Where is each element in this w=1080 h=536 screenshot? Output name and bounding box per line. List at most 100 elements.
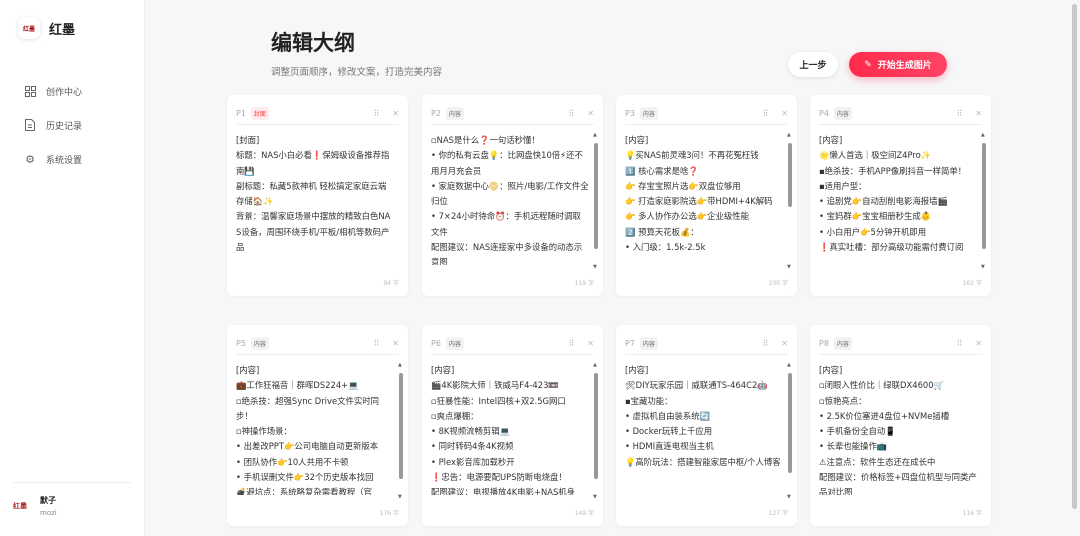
page-number: P8 xyxy=(819,339,829,348)
close-icon[interactable]: ✕ xyxy=(587,109,594,118)
scroll-up-icon[interactable]: ▲ xyxy=(787,362,791,368)
card-content-textarea[interactable]: ▫NAS是什么❓一句话秒懂！ • 你的私有云盘💡：比网盘快10倍⚡还不用月月充会… xyxy=(431,133,589,265)
close-icon[interactable]: ✕ xyxy=(587,339,594,348)
page-type-badge: 封面 xyxy=(250,107,269,120)
card-scrollbar[interactable]: ▲ ▼ xyxy=(787,362,792,500)
logo[interactable]: 红墨 红墨 xyxy=(18,17,75,39)
char-count: 94 字 xyxy=(383,280,399,287)
char-count: 230 字 xyxy=(768,280,788,287)
scrollbar-thumb[interactable] xyxy=(788,143,792,207)
outline-card[interactable]: P6 内容 ⠿ ✕ [内容] 🎬4K影院大师｜铁威马F4-423📼 ▫狂暴性能：… xyxy=(422,325,603,526)
drag-handle-icon[interactable]: ⠿ xyxy=(373,339,379,348)
page-type-badge: 内容 xyxy=(250,337,269,350)
close-icon[interactable]: ✕ xyxy=(975,339,982,348)
sidebar-item-settings[interactable]: ⚙ 系统设置 xyxy=(24,142,82,176)
page-scrollbar[interactable] xyxy=(1072,4,1077,509)
drag-handle-icon[interactable]: ⠿ xyxy=(956,339,962,348)
close-icon[interactable]: ✕ xyxy=(781,109,788,118)
card-header: P6 内容 ⠿ ✕ xyxy=(431,333,594,355)
sidebar-item-label: 历史记录 xyxy=(46,121,83,132)
scroll-down-icon[interactable]: ▼ xyxy=(398,494,402,500)
page-type-badge: 内容 xyxy=(445,107,464,120)
card-content-textarea[interactable]: [内容] 🌟懒人首选｜极空间Z4Pro✨ ▪绝杀技：手机APP像刷抖音一样简单！… xyxy=(819,133,977,265)
drag-handle-icon[interactable]: ⠿ xyxy=(568,109,574,118)
outline-card[interactable]: P2 内容 ⠿ ✕ ▫NAS是什么❓一句话秒懂！ • 你的私有云盘💡：比网盘快1… xyxy=(422,95,603,296)
page-title: 编辑大纲 xyxy=(271,31,355,55)
card-header: P2 内容 ⠿ ✕ xyxy=(431,103,594,125)
card-content-textarea[interactable]: [内容] 🛠DIY玩家乐园｜威联通TS-464C2🤖 ▪宝藏功能： • 虚拟机自… xyxy=(625,363,783,495)
scrollbar-thumb[interactable] xyxy=(788,373,792,473)
sidebar: 红墨 红墨 创作中心 历史记录 ⚙ 系统设置 红墨 默子 mozi xyxy=(0,0,145,536)
outline-card[interactable]: P8 内容 ⠿ ✕ [内容] ▫闭眼入性价比｜绿联DX4600🛒 ▫惊艳亮点： … xyxy=(810,325,991,526)
char-count: 176 字 xyxy=(379,510,399,517)
outline-card[interactable]: P5 内容 ⠿ ✕ [内容] 💼工作狂福音｜群晖DS224+💻 ▫绝杀技：超强S… xyxy=(227,325,408,526)
document-icon xyxy=(24,119,36,131)
card-content-textarea[interactable]: [封面] 标题：NAS小白必看❗保姆级设备推荐指南💾 副标题：私藏5款神机 轻松… xyxy=(236,133,394,265)
page-type-badge: 内容 xyxy=(833,337,852,350)
char-count: 162 字 xyxy=(962,280,982,287)
scrollbar-thumb[interactable] xyxy=(594,143,598,249)
outline-card[interactable]: P7 内容 ⠿ ✕ [内容] 🛠DIY玩家乐园｜威联通TS-464C2🤖 ▪宝藏… xyxy=(616,325,797,526)
scroll-up-icon[interactable]: ▲ xyxy=(593,132,597,138)
feather-icon: ✎ xyxy=(864,59,872,70)
drag-handle-icon[interactable]: ⠿ xyxy=(373,109,379,118)
generate-images-button[interactable]: ✎ 开始生成图片 xyxy=(849,52,947,77)
user-name: 默子 xyxy=(40,496,56,505)
grid-icon xyxy=(24,85,36,97)
close-icon[interactable]: ✕ xyxy=(975,109,982,118)
scroll-down-icon[interactable]: ▼ xyxy=(593,494,597,500)
char-count: 127 字 xyxy=(768,510,788,517)
scrollbar-thumb[interactable] xyxy=(399,373,403,479)
outline-card[interactable]: P3 内容 ⠿ ✕ [内容] 💡买NAS前灵魂3问！不再花冤枉钱 1️⃣ 核心需… xyxy=(616,95,797,296)
app-name: 红墨 xyxy=(49,22,76,38)
user-profile[interactable]: 红墨 默子 mozi xyxy=(13,482,131,517)
drag-handle-icon[interactable]: ⠿ xyxy=(762,109,768,118)
scrollbar-thumb[interactable] xyxy=(594,373,598,479)
gear-icon: ⚙ xyxy=(25,152,35,166)
card-scrollbar[interactable]: ▲ ▼ xyxy=(593,362,598,500)
card-content-textarea[interactable]: [内容] 🎬4K影院大师｜铁威马F4-423📼 ▫狂暴性能：Intel四核+双2… xyxy=(431,363,589,495)
page-type-badge: 内容 xyxy=(445,337,464,350)
scroll-up-icon[interactable]: ▲ xyxy=(981,132,985,138)
scroll-up-icon[interactable]: ▲ xyxy=(398,362,402,368)
card-scrollbar[interactable]: ▲ ▼ xyxy=(981,132,986,270)
drag-handle-icon[interactable]: ⠿ xyxy=(568,339,574,348)
card-header: P3 内容 ⠿ ✕ xyxy=(625,103,788,125)
sidebar-item-label: 创作中心 xyxy=(46,87,83,98)
scroll-down-icon[interactable]: ▼ xyxy=(787,494,791,500)
page-number: P3 xyxy=(625,109,635,118)
card-header: P4 内容 ⠿ ✕ xyxy=(819,103,982,125)
sidebar-item-create[interactable]: 创作中心 xyxy=(24,74,82,108)
close-icon[interactable]: ✕ xyxy=(392,109,399,118)
sidebar-item-history[interactable]: 历史记录 xyxy=(24,108,82,142)
char-count: 116 字 xyxy=(962,510,982,517)
card-scrollbar[interactable]: ▲ ▼ xyxy=(398,362,403,500)
generate-label: 开始生成图片 xyxy=(877,61,932,71)
outline-card[interactable]: P4 内容 ⠿ ✕ [内容] 🌟懒人首选｜极空间Z4Pro✨ ▪绝杀技：手机AP… xyxy=(810,95,991,296)
previous-step-button[interactable]: 上一步 xyxy=(788,52,838,77)
card-header: P7 内容 ⠿ ✕ xyxy=(625,333,788,355)
card-content-textarea[interactable]: [内容] ▫闭眼入性价比｜绿联DX4600🛒 ▫惊艳亮点： • 2.5K价位塞进… xyxy=(819,363,977,495)
card-content-textarea[interactable]: [内容] 💼工作狂福音｜群晖DS224+💻 ▫绝杀技：超强Sync Drive文… xyxy=(236,363,394,495)
scroll-up-icon[interactable]: ▲ xyxy=(787,132,791,138)
scroll-up-icon[interactable]: ▲ xyxy=(593,362,597,368)
scroll-down-icon[interactable]: ▼ xyxy=(981,264,985,270)
scroll-down-icon[interactable]: ▼ xyxy=(593,264,597,270)
scroll-down-icon[interactable]: ▼ xyxy=(787,264,791,270)
card-header: P8 内容 ⠿ ✕ xyxy=(819,333,982,355)
card-scrollbar[interactable]: ▲ ▼ xyxy=(787,132,792,270)
card-content-textarea[interactable]: [内容] 💡买NAS前灵魂3问！不再花冤枉钱 1️⃣ 核心需求是啥❓ 👉 存宝宝… xyxy=(625,133,783,265)
close-icon[interactable]: ✕ xyxy=(392,339,399,348)
drag-handle-icon[interactable]: ⠿ xyxy=(956,109,962,118)
page-number: P4 xyxy=(819,109,829,118)
scrollbar-thumb[interactable] xyxy=(982,143,986,249)
drag-handle-icon[interactable]: ⠿ xyxy=(762,339,768,348)
char-count: 149 字 xyxy=(574,510,594,517)
page-number: P5 xyxy=(236,339,246,348)
page-number: P2 xyxy=(431,109,441,118)
close-icon[interactable]: ✕ xyxy=(781,339,788,348)
page-type-badge: 内容 xyxy=(833,107,852,120)
avatar: 红墨 xyxy=(13,502,27,510)
card-scrollbar[interactable]: ▲ ▼ xyxy=(593,132,598,270)
outline-card[interactable]: P1 封面 ⠿ ✕ [封面] 标题：NAS小白必看❗保姆级设备推荐指南💾 副标题… xyxy=(227,95,408,296)
